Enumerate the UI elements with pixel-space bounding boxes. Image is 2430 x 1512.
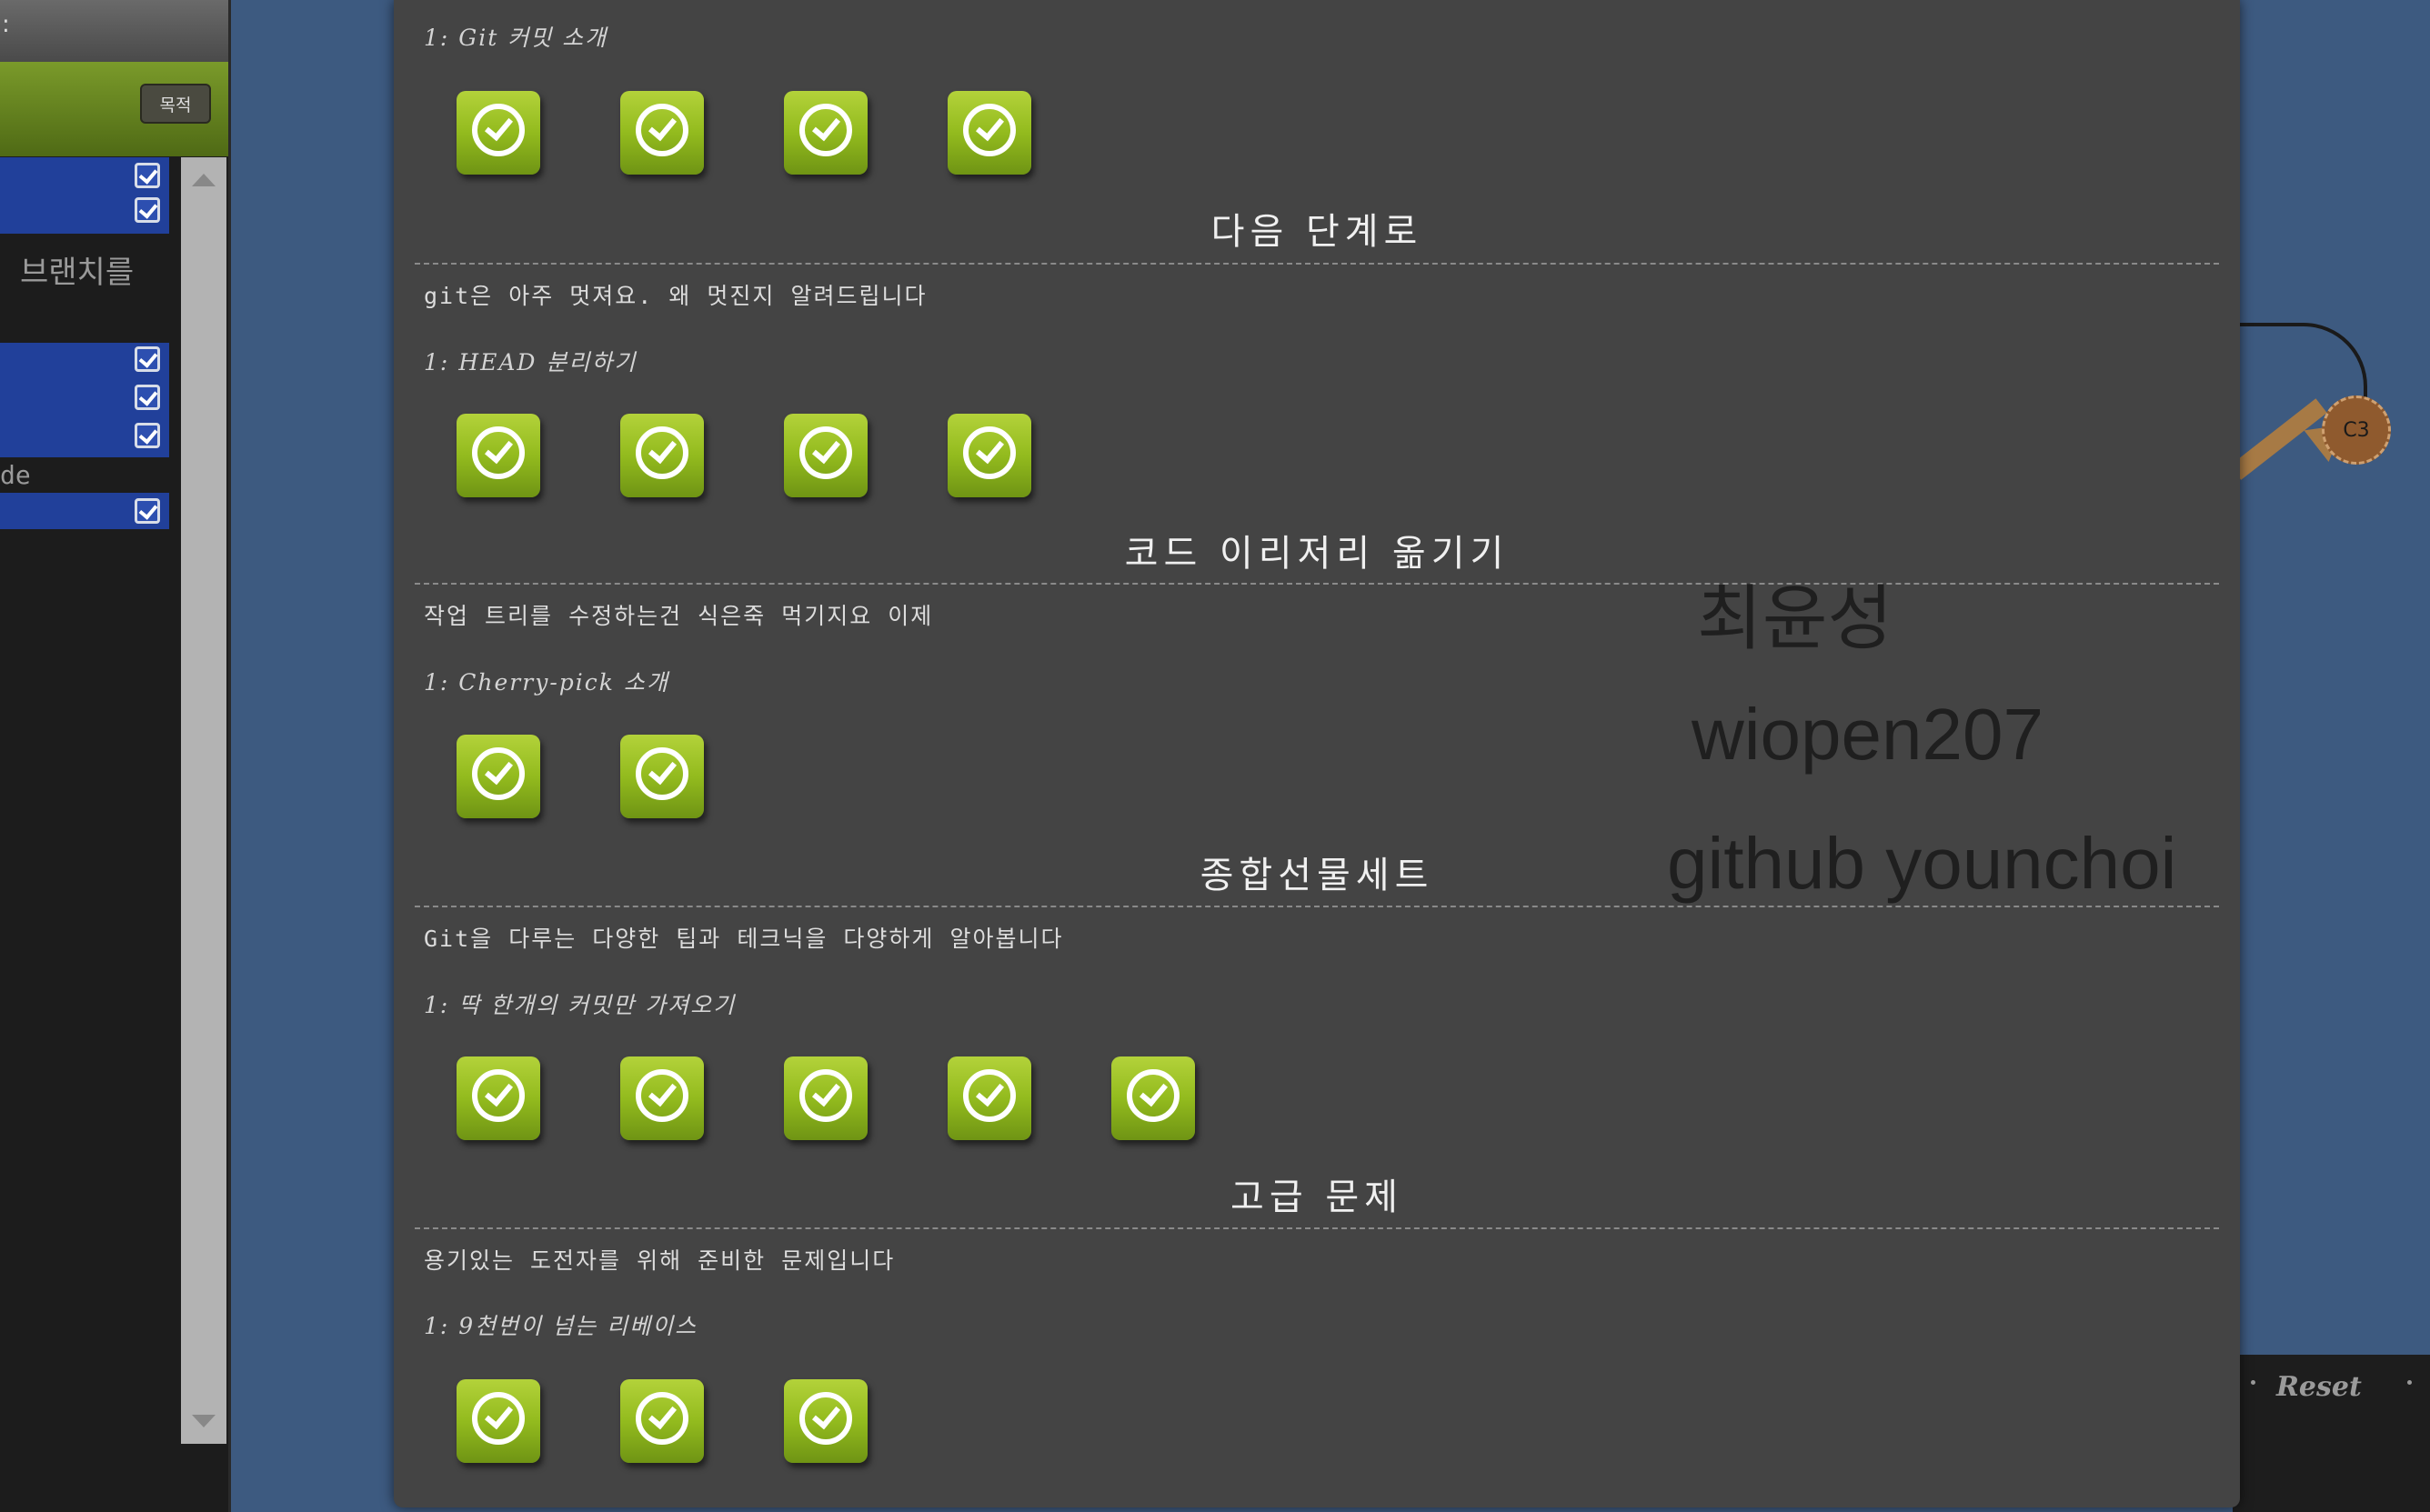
- reset-button[interactable]: Reset: [2276, 1371, 2362, 1403]
- level-solved-icon[interactable]: [948, 414, 1031, 497]
- check-icon: [135, 385, 160, 410]
- branch-text: 브랜치를: [20, 255, 135, 291]
- checkmark-icon: [472, 426, 525, 479]
- checkmark-icon: [472, 1392, 525, 1445]
- scroll-down-icon[interactable]: [192, 1415, 216, 1427]
- check-icon: [135, 346, 160, 372]
- checkmark-icon: [963, 426, 1016, 479]
- level-name: 1: HEAD 분리하기: [424, 349, 638, 375]
- github-handle: github younchoi: [1667, 823, 2177, 904]
- author-name: 최윤성: [1697, 578, 1893, 658]
- command-row[interactable]: [0, 493, 169, 529]
- commit-node[interactable]: C3: [2322, 396, 2391, 465]
- level-name: 1: 9천번이 넘는 리베이스: [424, 1313, 698, 1339]
- level-select-dialog: 1: Git 커밋 소개 다음 단계로 git은 아주 멋져요. 왜 멋진지 알…: [394, 0, 2240, 1507]
- checkmark-icon: [799, 104, 852, 156]
- sequence-about: Git을 다루는 다양한 팁과 테크닉을 다양하게 알아봅니다: [424, 926, 1064, 952]
- check-icon: [135, 163, 160, 188]
- level-name: 1: Git 커밋 소개: [424, 25, 608, 51]
- checkmark-icon: [636, 1392, 688, 1445]
- level-solved-icon[interactable]: [620, 735, 704, 818]
- checkmark-icon: [636, 747, 688, 800]
- level-solved-icon[interactable]: [948, 1056, 1031, 1140]
- scrollbar[interactable]: [181, 157, 226, 1444]
- checkmark-icon: [799, 1069, 852, 1122]
- divider: [415, 583, 2219, 585]
- branch-edge: [2240, 323, 2367, 405]
- checkmark-icon: [472, 104, 525, 156]
- level-name: 1: Cherry-pick 소개: [424, 669, 669, 696]
- level-solved-icon[interactable]: [784, 414, 868, 497]
- level-solved-icon[interactable]: [948, 91, 1031, 175]
- sequence-about: git은 아주 멋져요. 왜 멋진지 알려드립니다: [424, 283, 928, 309]
- student-id: wiopen207: [1692, 694, 2043, 775]
- check-icon: [135, 197, 160, 223]
- checkmark-icon: [636, 426, 688, 479]
- level-solved-icon[interactable]: [457, 735, 540, 818]
- check-icon: [135, 498, 160, 524]
- level-solved-icon[interactable]: [620, 414, 704, 497]
- divider: [415, 1227, 2219, 1229]
- level-solved-icon[interactable]: [457, 1379, 540, 1463]
- checkmark-icon: [1127, 1069, 1180, 1122]
- scroll-up-icon[interactable]: [192, 174, 216, 186]
- level-solved-icon[interactable]: [784, 91, 868, 175]
- checkmark-icon: [636, 1069, 688, 1122]
- command-row[interactable]: [0, 157, 169, 234]
- level-solved-icon[interactable]: [457, 414, 540, 497]
- level-name: 1: 딱 한개의 커밋만 가져오기: [424, 992, 737, 1018]
- level-solved-icon[interactable]: [1111, 1056, 1195, 1140]
- level-solved-icon[interactable]: [457, 91, 540, 175]
- goal-button[interactable]: 목적: [140, 84, 211, 124]
- sequence-title: 코드 이리저리 옮기기: [1124, 533, 1510, 575]
- sequence-about: 용기있는 도전자를 위해 준비한 문제입니다: [424, 1247, 896, 1274]
- level-solved-icon[interactable]: [784, 1379, 868, 1463]
- left-toolbar: :: [0, 0, 228, 62]
- checkmark-icon: [472, 747, 525, 800]
- command-row[interactable]: [0, 343, 169, 457]
- checkmark-icon: [799, 426, 852, 479]
- check-icon: [135, 423, 160, 448]
- toolbar-text: :: [2, 11, 10, 38]
- checkmark-icon: [472, 1069, 525, 1122]
- level-solved-icon[interactable]: [457, 1056, 540, 1140]
- sequence-title: 고급 문제: [1230, 1177, 1403, 1218]
- divider: [415, 906, 2219, 907]
- level-solved-icon[interactable]: [620, 91, 704, 175]
- panel-divider: [228, 0, 231, 1512]
- level-solved-icon[interactable]: [620, 1056, 704, 1140]
- sequence-title: 다음 단계로: [1210, 211, 1423, 253]
- goal-bar: 목적: [0, 62, 228, 156]
- checkmark-icon: [799, 1392, 852, 1445]
- dot-icon: [2251, 1380, 2255, 1385]
- checkmark-icon: [963, 104, 1016, 156]
- dot-icon: [2407, 1380, 2412, 1385]
- side-text: de: [0, 460, 31, 490]
- checkmark-icon: [963, 1069, 1016, 1122]
- level-solved-icon[interactable]: [784, 1056, 868, 1140]
- level-solved-icon[interactable]: [620, 1379, 704, 1463]
- command-panel: : 목적 브랜치를 de: [0, 0, 228, 1512]
- divider: [415, 263, 2219, 265]
- checkmark-icon: [636, 104, 688, 156]
- sequence-about: 작업 트리를 수정하는건 식은죽 먹기지요 이제: [424, 603, 934, 629]
